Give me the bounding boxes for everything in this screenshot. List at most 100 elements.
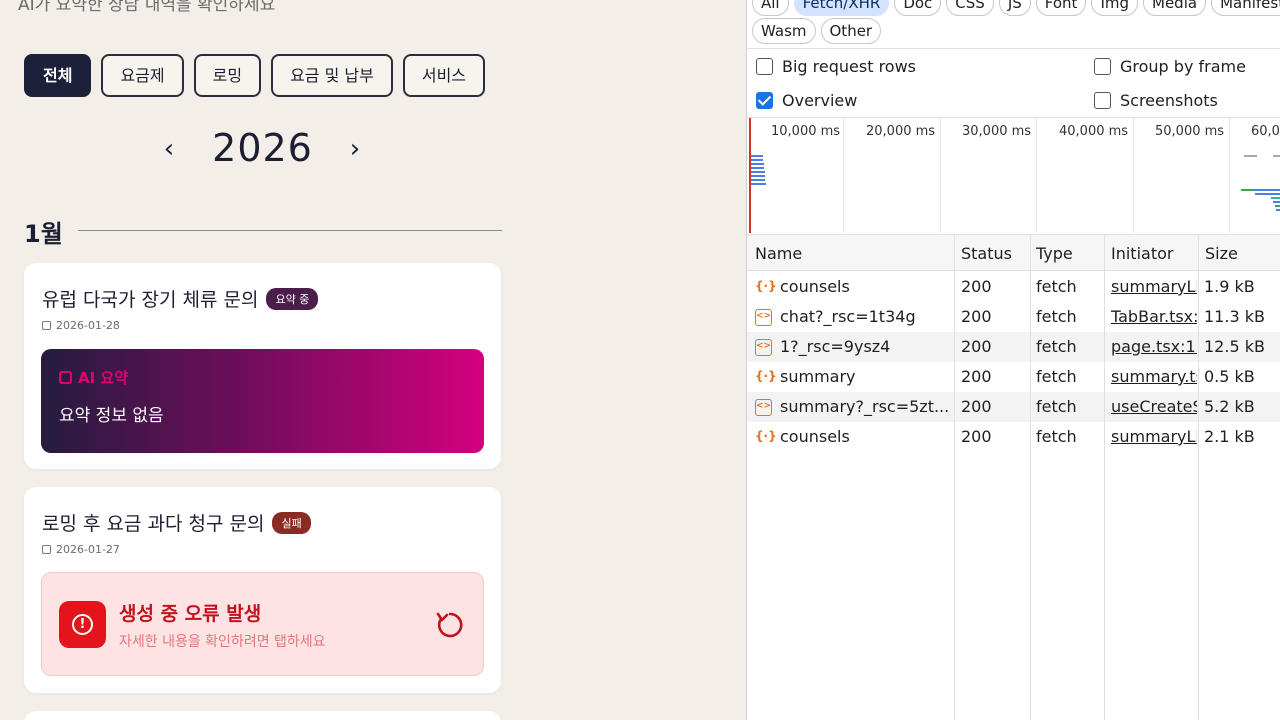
status-badge: 요약 중	[266, 288, 319, 310]
filter-type-img[interactable]: Img	[1091, 0, 1139, 16]
alert-icon: !	[59, 601, 106, 648]
column-header-type[interactable]: Type	[1036, 244, 1073, 263]
network-overview-timeline[interactable]: 10,000 ms 20,000 ms 30,000 ms 40,000 ms …	[747, 118, 1280, 233]
counsel-history-app: AI가 요약한 상담 내역을 확인하세요 전체 요금제 로밍 요금 및 납부 서비스 ‹…	[0, 0, 746, 720]
request-name: counsels	[780, 427, 850, 446]
table-row[interactable]: {·} counsels 200 fetch summaryLi 1.9 kB	[747, 272, 1280, 302]
filter-type-fetch-xhr[interactable]: Fetch/XHR	[793, 0, 890, 16]
overview-label: Overview	[782, 91, 858, 110]
counsel-date-row: 2026-01-28	[42, 319, 120, 332]
error-subtitle: 자세한 내용을 확인하려면 탭하세요	[119, 634, 326, 650]
filter-type-css[interactable]: CSS	[946, 0, 994, 16]
next-year-chevron-icon[interactable]: ›	[340, 134, 370, 164]
request-size: 1.9 kB	[1204, 277, 1255, 296]
toolbar-divider	[747, 48, 1280, 49]
request-status: 200	[961, 367, 992, 386]
request-type: fetch	[1036, 307, 1077, 326]
counsel-date: 2026-01-27	[56, 543, 120, 556]
request-status: 200	[961, 307, 992, 326]
filter-type-js[interactable]: JS	[998, 0, 1031, 16]
counsel-title: 유럽 다국가 장기 체류 문의	[42, 289, 259, 311]
column-header-name[interactable]: Name	[755, 244, 802, 263]
timeline-request-bar	[1273, 155, 1280, 157]
filter-type-font[interactable]: Font	[1035, 0, 1087, 16]
calendar-icon	[42, 545, 51, 554]
ai-summary-text: 요약 정보 없음	[59, 406, 164, 426]
screenshots-label: Screenshots	[1120, 91, 1218, 110]
month-header: 1월	[24, 212, 502, 252]
request-name: counsels	[780, 277, 850, 296]
ai-summary-box[interactable]: AI 요약 요약 정보 없음	[41, 349, 484, 453]
overview-checkbox[interactable]	[756, 92, 773, 109]
request-initiator-link[interactable]: summary.ts	[1111, 367, 1197, 386]
counsel-card[interactable]: 로밍 후 요금 과다 청구 문의 실패 2026-01-27 ! 생성 중 오류 …	[24, 487, 501, 693]
error-title: 생성 중 오류 발생	[119, 603, 262, 625]
column-divider[interactable]	[1030, 234, 1031, 720]
big-request-rows-option[interactable]: Big request rows	[756, 57, 916, 76]
request-initiator-link[interactable]: TabBar.tsx:	[1111, 307, 1197, 326]
filter-type-other[interactable]: Other	[820, 18, 882, 44]
group-by-frame-option[interactable]: Group by frame	[1094, 57, 1246, 76]
table-row[interactable]: <> summary?_rsc=5zt... 200 fetch useCrea…	[747, 392, 1280, 422]
request-status: 200	[961, 277, 992, 296]
timeline-gridline	[940, 118, 941, 233]
request-initiator-link[interactable]: summaryLi	[1111, 427, 1197, 446]
filter-type-media[interactable]: Media	[1143, 0, 1207, 16]
error-box[interactable]: ! 생성 중 오류 발생 자세한 내용을 확인하려면 탭하세요	[41, 572, 484, 676]
screenshots-option[interactable]: Screenshots	[1094, 91, 1218, 110]
month-divider	[78, 230, 502, 231]
timeline-request-bar	[1275, 205, 1280, 207]
screenshots-checkbox[interactable]	[1094, 92, 1111, 109]
filter-chip-service[interactable]: 서비스	[402, 54, 486, 97]
request-type: fetch	[1036, 427, 1077, 446]
table-row[interactable]: {·} summary 200 fetch summary.ts 0.5 kB	[747, 362, 1280, 392]
table-row[interactable]: {·} counsels 200 fetch summaryLi 2.1 kB	[747, 422, 1280, 452]
request-type: fetch	[1036, 397, 1077, 416]
filter-chip-billing[interactable]: 요금 및 납부	[271, 54, 393, 97]
counsel-card[interactable]: 유럽 다국가 장기 체류 문의 요약 중 2026-01-28 AI 요약 요약 …	[24, 263, 501, 469]
filter-chip-roaming[interactable]: 로밍	[193, 54, 262, 97]
counsel-date: 2026-01-28	[56, 319, 120, 332]
devtools-network-panel: All Fetch/XHR Doc CSS JS Font Img Media Manifest…	[746, 0, 1280, 720]
month-label: 1월	[24, 220, 63, 248]
column-divider[interactable]	[1104, 234, 1105, 720]
request-size: 12.5 kB	[1204, 337, 1265, 356]
column-divider[interactable]	[954, 234, 955, 720]
timeline-request-bar	[751, 163, 764, 165]
retry-icon[interactable]	[434, 609, 466, 641]
request-initiator-link[interactable]: useCreateS	[1111, 397, 1197, 416]
table-row[interactable]: <> chat?_rsc=1t34g 200 fetch TabBar.tsx:…	[747, 302, 1280, 332]
filter-type-wasm[interactable]: Wasm	[752, 18, 816, 44]
filter-chip-all[interactable]: 전체	[24, 54, 92, 97]
timeline-gridline	[1036, 118, 1037, 233]
document-request-icon: <>	[755, 339, 772, 356]
timeline-tick-label: 50,000 ms	[1155, 124, 1225, 139]
filter-type-manifest[interactable]: Manifest	[1211, 0, 1280, 16]
timeline-tick-label: 20,000 ms	[866, 124, 936, 139]
filter-type-doc[interactable]: Doc	[894, 0, 942, 16]
group-by-frame-checkbox[interactable]	[1094, 58, 1111, 75]
document-request-icon: <>	[755, 399, 772, 416]
request-initiator-link[interactable]: page.tsx:15	[1111, 337, 1197, 356]
column-header-status[interactable]: Status	[961, 244, 1012, 263]
calendar-icon	[59, 371, 72, 384]
request-type: fetch	[1036, 367, 1077, 386]
table-row[interactable]: <> 1?_rsc=9ysz4 200 fetch page.tsx:15 12…	[747, 332, 1280, 362]
filter-type-all[interactable]: All	[752, 0, 789, 16]
request-initiator-link[interactable]: summaryLi	[1111, 277, 1197, 296]
overview-option[interactable]: Overview	[756, 91, 857, 110]
fetch-request-icon: {·}	[755, 369, 777, 383]
big-request-rows-checkbox[interactable]	[756, 58, 773, 75]
request-size: 11.3 kB	[1204, 307, 1265, 326]
filter-chip-plan[interactable]: 요금제	[101, 54, 184, 97]
timeline-request-bar	[751, 159, 763, 161]
fetch-request-icon: {·}	[755, 279, 777, 293]
column-header-initiator[interactable]: Initiator	[1111, 244, 1173, 263]
prev-year-chevron-icon[interactable]: ‹	[154, 134, 184, 164]
counsel-card[interactable]	[24, 711, 501, 720]
request-size: 0.5 kB	[1204, 367, 1255, 386]
column-divider[interactable]	[1198, 234, 1199, 720]
timeline-tick-label: 40,000 ms	[1059, 124, 1129, 139]
column-header-size[interactable]: Size	[1205, 244, 1238, 263]
request-type: fetch	[1036, 277, 1077, 296]
